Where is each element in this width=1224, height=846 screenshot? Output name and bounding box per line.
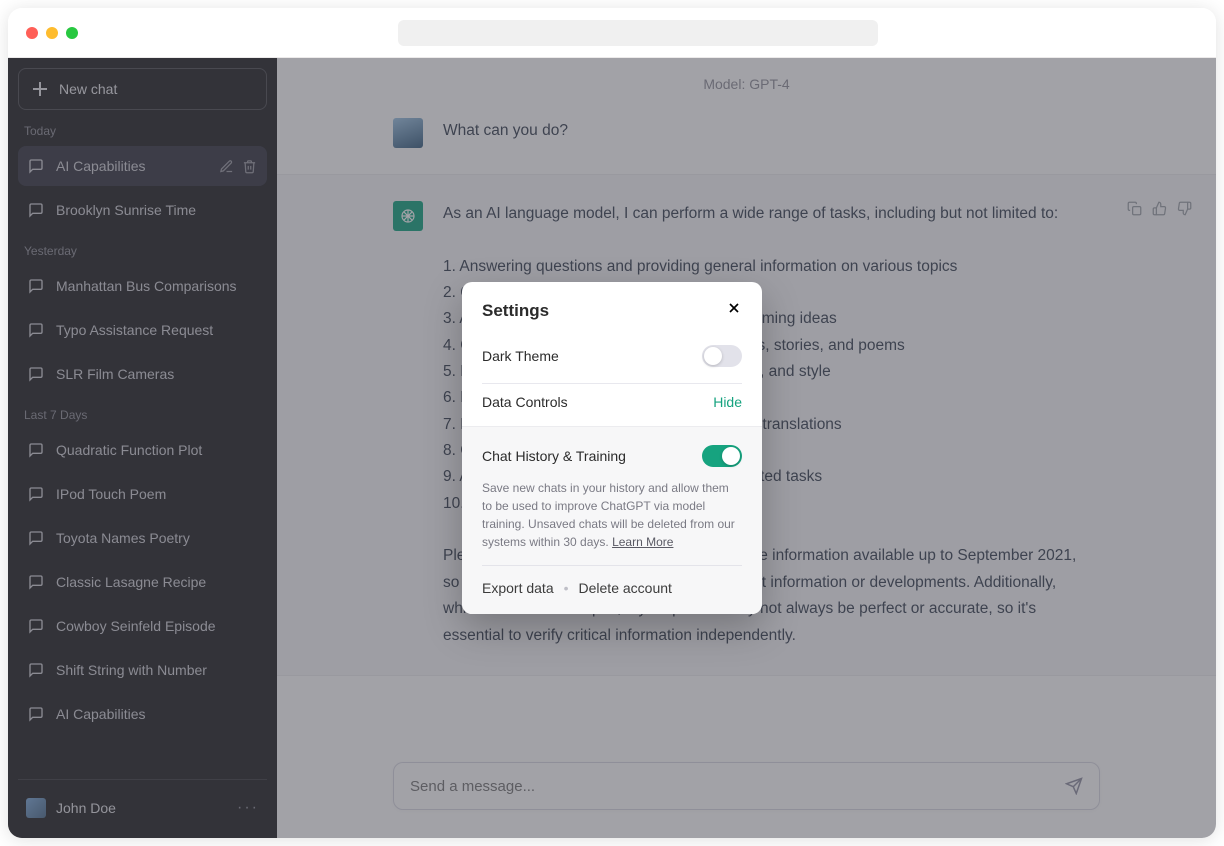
app-window: New chat Today AI Capabilities Brooklyn … [8,8,1216,838]
modal-overlay[interactable]: Settings Dark Theme Data Controls Hide C… [8,58,1216,838]
minimize-window-button[interactable] [46,27,58,39]
settings-modal: Settings Dark Theme Data Controls Hide C… [462,282,762,614]
titlebar [8,8,1216,58]
close-icon [726,300,742,316]
chat-history-toggle[interactable] [702,445,742,467]
address-bar[interactable] [398,20,878,46]
learn-more-link[interactable]: Learn More [612,535,673,549]
export-data-button[interactable]: Export data [482,580,554,596]
data-controls-toggle[interactable]: Hide [713,394,742,410]
maximize-window-button[interactable] [66,27,78,39]
dark-theme-label: Dark Theme [482,348,559,364]
chat-history-label: Chat History & Training [482,448,626,464]
data-controls-panel: Chat History & Training Save new chats i… [462,426,762,614]
separator: • [564,580,569,596]
close-window-button[interactable] [26,27,38,39]
address-bar-area [78,20,1198,46]
chat-history-description: Save new chats in your history and allow… [482,479,742,551]
window-controls [26,27,78,39]
chat-history-description-text: Save new chats in your history and allow… [482,481,735,549]
dark-theme-toggle[interactable] [702,345,742,367]
delete-account-button[interactable]: Delete account [579,580,672,596]
settings-title: Settings [482,301,549,321]
data-controls-label: Data Controls [482,394,568,410]
close-button[interactable] [726,300,742,321]
